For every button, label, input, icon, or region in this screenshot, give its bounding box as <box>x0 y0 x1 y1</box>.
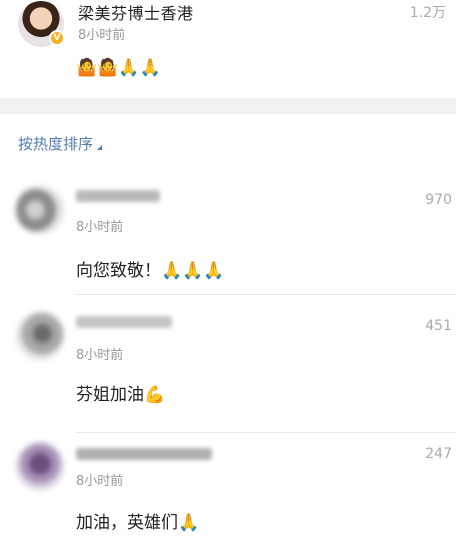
commenter-avatar[interactable] <box>16 442 64 490</box>
post-count: 1.2万 <box>409 5 446 21</box>
sort-triangle-icon <box>97 145 103 150</box>
verified-badge-icon: V <box>49 30 65 46</box>
comment-time: 8小时前 <box>76 348 124 363</box>
post-time: 8小时前 <box>78 28 126 43</box>
sort-by-hotness-button[interactable]: 按热度排序 <box>18 133 103 154</box>
commenter-avatar[interactable] <box>16 186 64 234</box>
comment-item: 8小时前 247 加油，英雄们🙏 <box>0 436 456 541</box>
commenter-name[interactable] <box>76 316 172 328</box>
sort-label: 按热度排序 <box>18 135 94 153</box>
commenter-name[interactable] <box>76 448 212 460</box>
comment-like-count[interactable]: 970 <box>425 192 452 208</box>
section-separator <box>0 98 456 114</box>
author-name[interactable]: 梁美芬博士香港 <box>78 0 194 24</box>
post-text: 🤷🤷🙏🙏 <box>76 58 161 78</box>
comment-item: 8小时前 451 芬姐加油💪 <box>0 300 456 428</box>
comment-time: 8小时前 <box>76 474 124 489</box>
comment-like-count[interactable]: 247 <box>425 446 452 462</box>
comment-text: 芬姐加油💪 <box>76 385 166 405</box>
comment-like-count[interactable]: 451 <box>425 318 452 334</box>
comment-divider <box>76 294 456 295</box>
post-header: V 梁美芬博士香港 8小时前 1.2万 🤷🤷🙏🙏 <box>0 0 456 98</box>
comment-time: 8小时前 <box>76 220 124 235</box>
commenter-name[interactable] <box>76 190 160 202</box>
comment-text: 加油，英雄们🙏 <box>76 513 200 533</box>
comment-divider <box>76 432 456 433</box>
commenter-avatar[interactable] <box>16 312 64 360</box>
comment-text: 向您致敬！🙏🙏🙏 <box>76 261 225 281</box>
comment-item: 8小时前 970 向您致敬！🙏🙏🙏 <box>0 178 456 294</box>
